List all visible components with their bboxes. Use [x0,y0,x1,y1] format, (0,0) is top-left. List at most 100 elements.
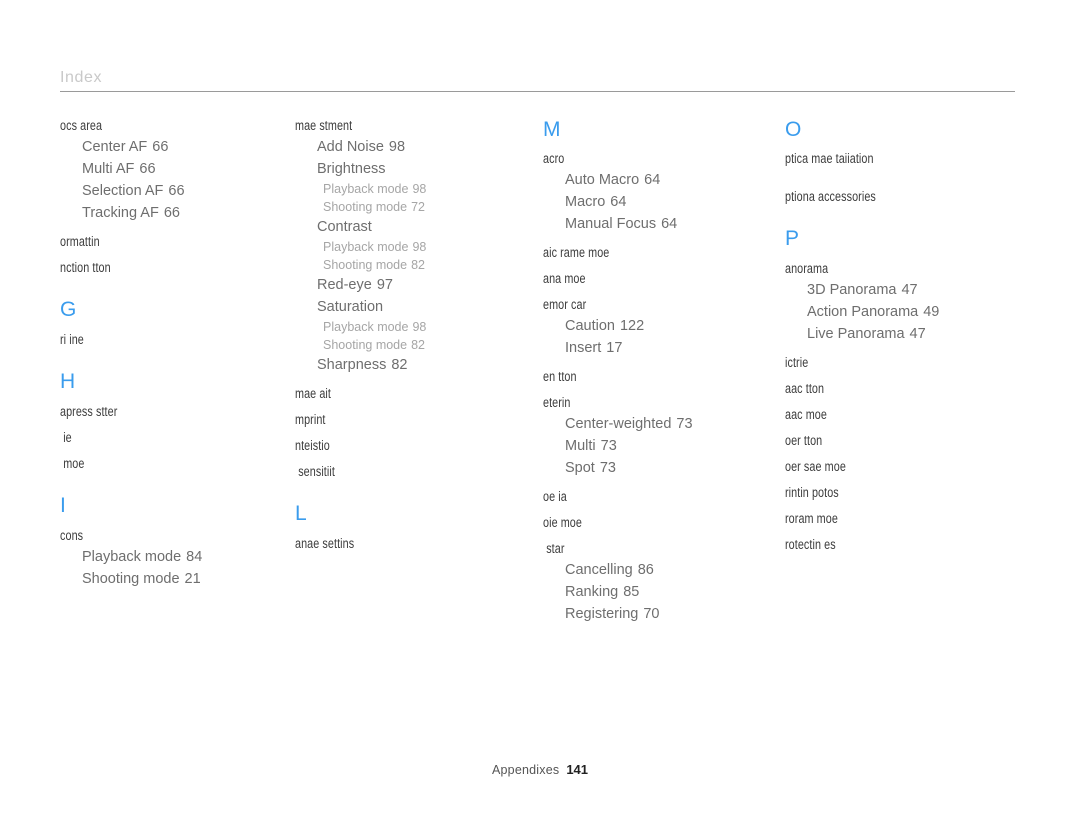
index-entry-page-number: 49 [923,304,940,320]
index-columns: ocs area Center AF 66 Multi AF 66 Selection A… [0,118,1080,625]
index-entry-level1: oer sae moe [785,459,846,474]
index-entry-level2: Cancelling 86 [543,559,740,581]
index-entry-label: Shooting mode [323,200,408,214]
index-entry-label: Registering [565,606,639,622]
index-entry-level1: aic rame moe [543,245,610,260]
index-entry-page-number: 66 [163,205,180,221]
index-entry-label: Macro [565,194,606,210]
index-entry-level1: apress stter [60,404,118,419]
letter-heading-g: G [60,298,77,321]
index-entry-label: Auto Macro [565,172,640,188]
index-entry-page-number: 97 [376,277,393,293]
index-entry-level2: Center-weighted 73 [543,413,740,435]
index-entry-level1: nction tton [60,260,111,275]
index-entry-label: Ranking [565,584,619,600]
index-entry-level1: ptica mae taiiation [785,151,874,166]
index-entry-level3: Shooting mode 72 [295,198,495,216]
index-entry-label: Playback mode [323,182,409,196]
index-entry-level2: Insert 17 [543,337,740,359]
index-entry-page-number: 98 [388,139,406,155]
index-entry-page-number: 47 [901,282,918,298]
column-1: ocs area Center AF 66 Multi AF 66 Selection A… [0,118,245,625]
index-entry-level2: Saturation [295,296,495,318]
index-entry-level2: Caution 122 [543,315,740,337]
index-entry-level1: ana moe [543,271,586,286]
index-entry-page-number: 82 [411,338,425,352]
letter-heading-l: L [295,502,308,525]
index-entry-level3: Playback mode 98 [295,238,495,256]
index-entry-page-number: 98 [412,240,427,254]
index-entry-level2: Selection AF 66 [60,180,245,202]
index-entry-level2: 3D Panorama 47 [785,279,1030,301]
index-entry-page-number: 86 [637,562,654,578]
index-entry-level1: anae settins [295,536,355,551]
index-entry-level2: Center AF 66 [60,136,245,158]
index-entry-level2: Action Panorama 49 [785,301,1030,323]
index-entry-level1: oer tton [785,433,823,448]
index-entry-page-number: 122 [619,318,645,334]
index-entry-label: Shooting mode [82,571,180,587]
index-entry-page-number: 73 [600,438,617,454]
index-entry-level1: mae stment [295,118,353,133]
index-entry-level2: Brightness [295,158,495,180]
index-entry-level1: acro [543,151,565,166]
index-entry-page-number: 82 [391,357,408,373]
letter-heading-p: P [785,227,800,250]
index-entry-label: Contrast [317,219,372,235]
index-entry-level2: Multi AF 66 [60,158,245,180]
index-entry-level2: Auto Macro 64 [543,169,740,191]
index-entry-level1: star [546,541,565,556]
index-entry-page-number: 98 [412,320,427,334]
index-entry-page-number: 98 [412,182,427,196]
letter-heading-i: I [60,494,67,517]
index-entry-level1: aac tton [785,381,825,396]
header-divider [60,91,1015,92]
page-title: Index [60,69,103,86]
index-entry-label: Multi [565,438,596,454]
footer-page-number: 141 [566,762,589,777]
index-entry-label: Red-eye [317,277,372,293]
index-entry-label: Center AF [82,139,148,155]
index-entry-label: Tracking AF [82,205,159,221]
index-entry-level1: ormattin [60,234,100,249]
index-entry-level1: ptiona accessories [785,189,876,204]
index-entry-page-number: 70 [643,606,660,622]
index-entry-level2: Live Panorama 47 [785,323,1030,345]
index-entry-level1: ictrie [785,355,809,370]
index-entry-label: Add Noise [317,139,384,155]
index-entry-page-number: 21 [184,571,201,587]
index-entry-level1: eterin [543,395,571,410]
index-entry-page-number: 64 [661,216,678,232]
index-entry-level1: nteistio [295,438,330,453]
index-entry-page-number: 64 [610,194,627,210]
index-entry-label: Multi AF [82,161,135,177]
index-entry-level1: ie [63,430,72,445]
index-entry-level1: oie moe [543,515,582,530]
index-entry-page-number: 66 [168,183,185,199]
index-entry-level2: Sharpness 82 [295,354,495,376]
index-entry-level1: oe ia [543,489,567,504]
index-entry-level1: roram moe [785,511,838,526]
index-entry-level1: mae ait [295,386,331,401]
index-entry-label: Live Panorama [807,326,905,342]
index-entry-level1: ri ine [60,332,84,347]
index-entry-page-number: 66 [139,161,156,177]
index-entry-level2: Tracking AF 66 [60,202,245,224]
index-entry-page-number: 17 [606,340,623,356]
index-entry-level1: en tton [543,369,577,384]
index-entry-label: Cancelling [565,562,633,578]
page-footer: Appendixes 141 [0,762,1080,777]
column-4: Optica mae taiiation ptiona accessories Pa… [740,118,1030,625]
letter-heading-h: H [60,370,76,393]
index-entry-label: Action Panorama [807,304,919,320]
column-3: Macro Auto Macro 64 Macro 64 Manual Focus 64 ai… [495,118,740,625]
index-entry-level3: Shooting mode 82 [295,256,495,274]
index-entry-page-number: 84 [186,549,203,565]
index-entry-label: Caution [565,318,615,334]
index-entry-label: Shooting mode [323,338,408,352]
index-entry-level2: Contrast [295,216,495,238]
index-entry-level2: Macro 64 [543,191,740,213]
index-entry-label: 3D Panorama [807,282,897,298]
index-entry-label: Shooting mode [323,258,408,272]
